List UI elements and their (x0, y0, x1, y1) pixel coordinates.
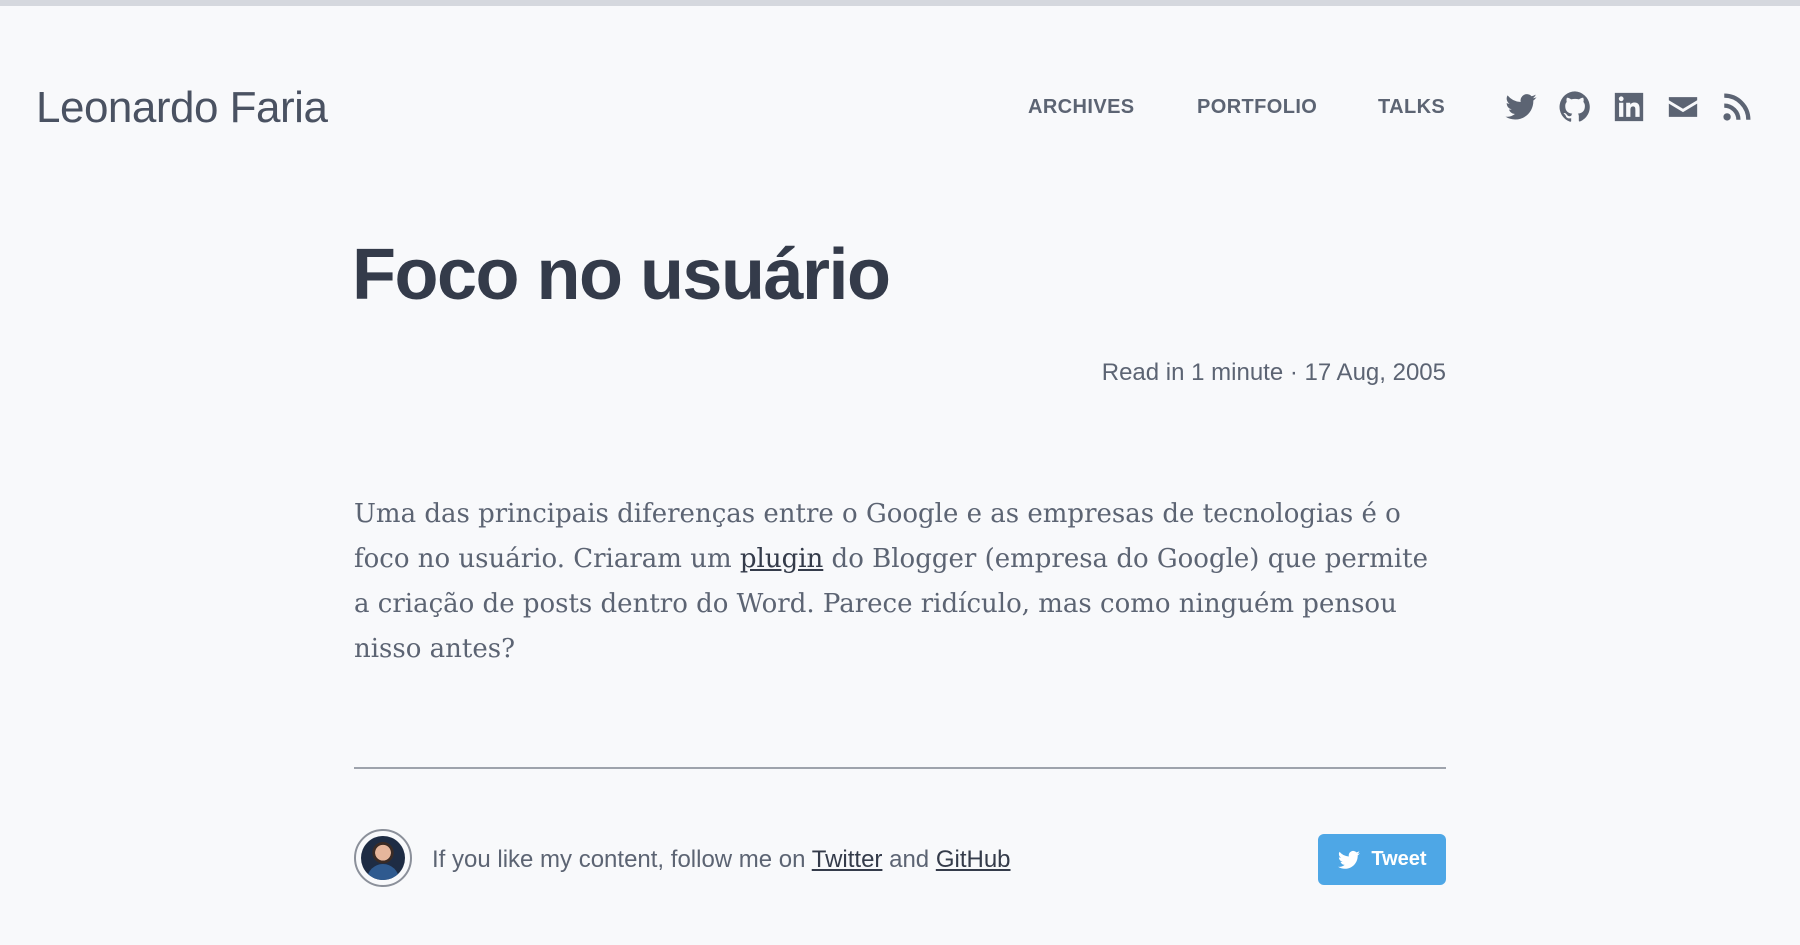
follow-text: If you like my content, follow me on Twi… (432, 846, 1011, 873)
post-title: Foco no usuário (352, 235, 891, 315)
twitter-link[interactable]: Twitter (812, 846, 883, 873)
rss-icon[interactable] (1720, 90, 1754, 124)
post-meta: Read in 1 minute · 17 Aug, 2005 (1101, 359, 1446, 386)
email-icon[interactable] (1666, 90, 1700, 124)
tweet-button[interactable]: Tweet (1318, 834, 1446, 885)
plugin-link[interactable]: plugin (740, 544, 823, 574)
twitter-icon[interactable] (1504, 90, 1538, 124)
github-link[interactable]: GitHub (936, 846, 1011, 873)
social-links (1504, 90, 1756, 124)
site-title[interactable]: Leonardo Faria (36, 80, 328, 136)
nav-archives[interactable]: ARCHIVES (1028, 94, 1135, 120)
nav-talks[interactable]: TALKS (1378, 94, 1445, 120)
top-border (0, 0, 1800, 6)
nav-portfolio[interactable]: PORTFOLIO (1197, 94, 1317, 120)
twitter-icon (1338, 850, 1361, 869)
avatar-photo (361, 836, 405, 880)
post-body: Uma das principais diferenças entre o Go… (354, 492, 1446, 672)
tweet-label: Tweet (1371, 848, 1427, 870)
avatar (354, 829, 412, 887)
linkedin-icon[interactable] (1612, 90, 1646, 124)
divider (354, 767, 1446, 769)
github-icon[interactable] (1558, 90, 1592, 124)
